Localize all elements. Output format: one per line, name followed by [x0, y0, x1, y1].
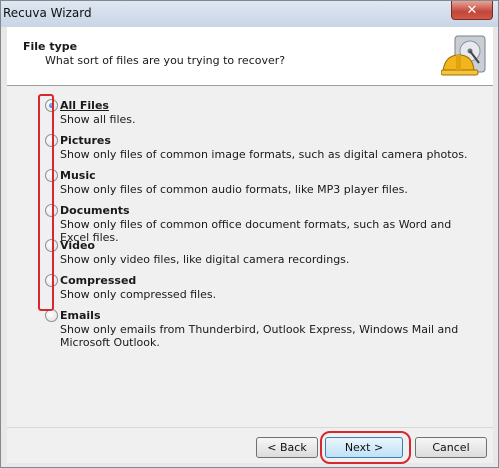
- wizard-body: File type What sort of files are you try…: [7, 27, 493, 463]
- option-description: Show only files of common audio formats,…: [60, 183, 408, 196]
- annotation-highlight-next: [320, 431, 411, 464]
- annotation-highlight-radios: [38, 94, 54, 311]
- close-icon: ✕: [466, 2, 478, 18]
- page-subtitle: What sort of files are you trying to rec…: [45, 54, 286, 67]
- option-label: Music: [60, 169, 96, 182]
- option-label: Documents: [60, 204, 130, 217]
- footer-divider: [7, 427, 493, 428]
- option-label: Compressed: [60, 274, 137, 287]
- option-label: Pictures: [60, 134, 111, 147]
- hard-drive-hardhat-icon: [441, 35, 486, 76]
- cancel-button[interactable]: Cancel: [415, 437, 487, 458]
- option-description: Show only compressed files.: [60, 288, 217, 301]
- wizard-window: Recuva Wizard ✕ File type What sort of f…: [0, 0, 499, 468]
- option-description: Show all files.: [60, 113, 136, 126]
- option-label: Emails: [60, 309, 101, 322]
- option-description: Show only files of common image formats,…: [60, 148, 468, 161]
- option-label: All Files: [60, 99, 109, 112]
- option-description: Show only video files, like digital came…: [60, 253, 350, 266]
- close-button[interactable]: ✕: [451, 1, 493, 20]
- page-title: File type: [23, 40, 78, 53]
- option-label-text: All Files: [60, 99, 109, 112]
- wizard-header: File type What sort of files are you try…: [7, 27, 493, 86]
- option-description: Show only files of common office documen…: [60, 218, 452, 244]
- back-button[interactable]: < Back: [256, 437, 318, 458]
- option-label: Video: [60, 239, 95, 252]
- window-title: Recuva Wizard: [3, 6, 92, 20]
- title-bar[interactable]: Recuva Wizard ✕: [1, 1, 498, 27]
- option-description: Show only emails from Thunderbird, Outlo…: [60, 323, 459, 349]
